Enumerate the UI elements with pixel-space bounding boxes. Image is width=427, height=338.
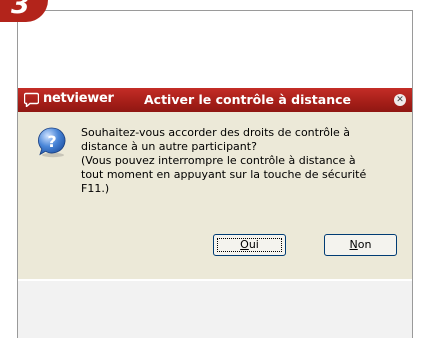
- dialog-titlebar: netviewer Activer le contrôle à distance…: [18, 88, 412, 112]
- no-button[interactable]: Non: [324, 234, 397, 256]
- message-line: F11.): [81, 182, 110, 195]
- dialog-message: Souhaitez-vous accorder des droits de co…: [81, 126, 401, 196]
- message-line: (Vous pouvez interrompre le contrôle à d…: [81, 154, 356, 167]
- message-line: tout moment en appuyant sur la touche de…: [81, 168, 367, 181]
- no-button-mnemonic: N: [349, 238, 358, 251]
- message-line: distance à un autre participant?: [81, 140, 257, 153]
- question-icon: ?: [38, 127, 66, 158]
- yes-button[interactable]: Oui: [213, 234, 286, 256]
- no-button-label: on: [357, 238, 372, 251]
- frame-footer-band: [18, 281, 412, 338]
- app-logo-text: netviewer: [43, 91, 114, 106]
- close-icon[interactable]: ✕: [394, 94, 406, 106]
- speech-bubble-icon: [24, 92, 39, 107]
- focus-rect: [217, 238, 282, 252]
- message-line: Souhaitez-vous accorder des droits de co…: [81, 126, 351, 139]
- dialog-title: Activer le contrôle à distance: [144, 92, 351, 107]
- svg-text:?: ?: [47, 132, 56, 151]
- remote-control-dialog: netviewer Activer le contrôle à distance…: [18, 88, 412, 279]
- page: 3 netviewer Activer le contrôle à distan…: [0, 0, 427, 338]
